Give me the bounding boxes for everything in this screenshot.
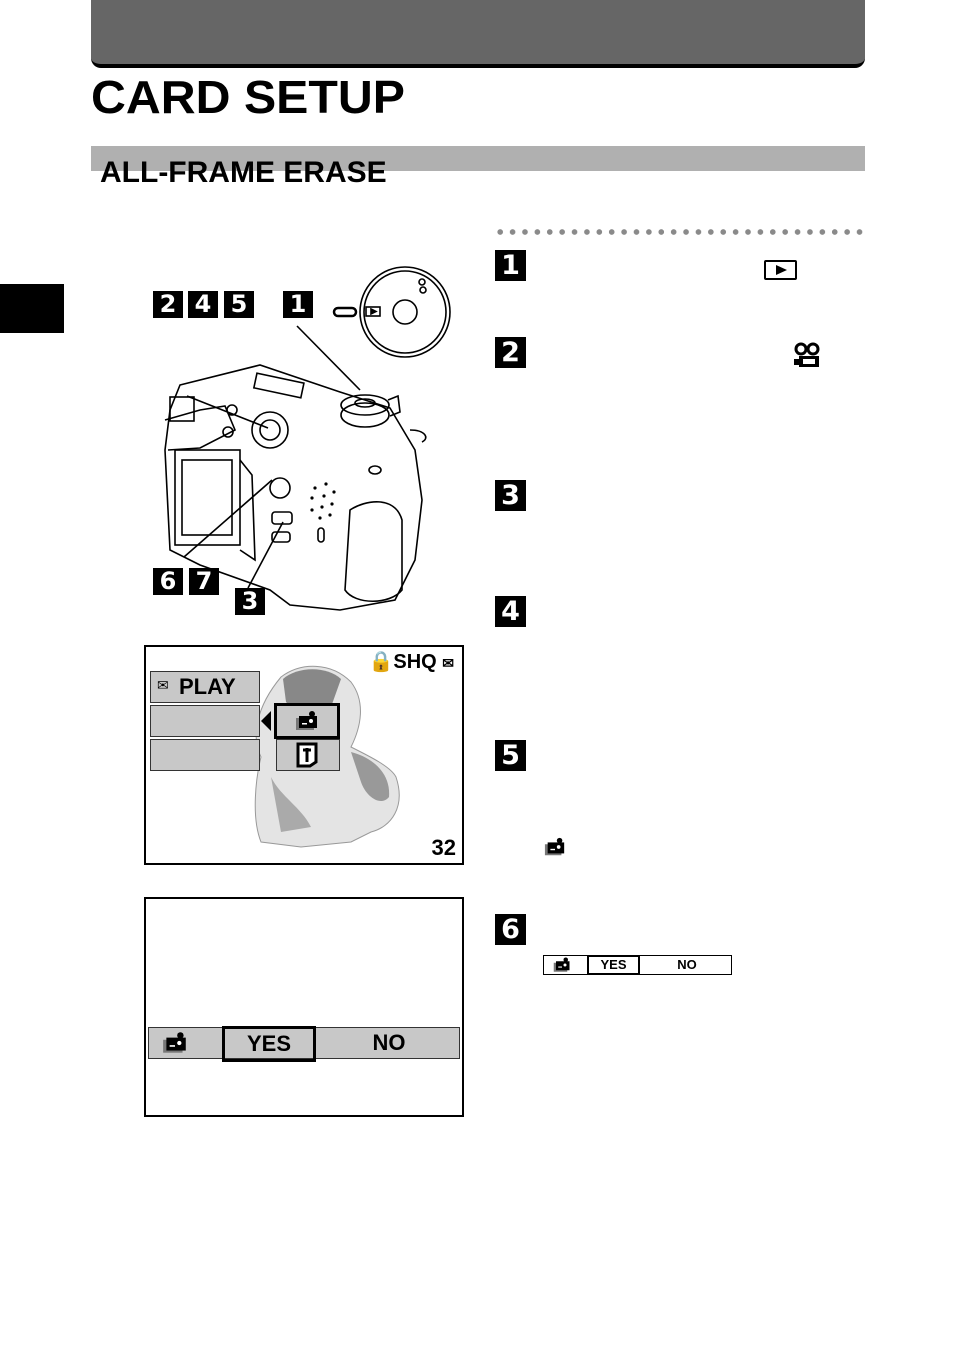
- menu-card-erase-option[interactable]: [274, 703, 340, 739]
- quality-label: SHQ: [393, 651, 437, 673]
- dotted-divider: [494, 228, 866, 236]
- card-erase-icon: [553, 957, 570, 972]
- card-erase-icon: [296, 711, 317, 730]
- play-mode-icon: [764, 260, 797, 280]
- step-number-6: 6: [495, 914, 526, 945]
- step-number-1: 1: [495, 250, 526, 281]
- menu-empty-row-1[interactable]: [150, 705, 260, 737]
- lock-icon: 🔒: [368, 651, 394, 673]
- no-button[interactable]: NO: [329, 1028, 449, 1058]
- play-icon: ✉: [157, 677, 169, 693]
- selection-arrow-icon: [261, 711, 271, 731]
- play-mode-icon: ✉: [442, 655, 454, 671]
- camera-illustration: [164, 266, 451, 611]
- menu-play-row[interactable]: ✉ PLAY: [150, 671, 260, 703]
- yes-button[interactable]: YES: [222, 1026, 316, 1062]
- lcd-menu-screen: 🔒SHQ ✉ ✉ PLAY 32: [144, 645, 464, 865]
- movie-camera-icon: [794, 342, 820, 367]
- inline-yes-button[interactable]: YES: [587, 955, 640, 975]
- card-erase-icon: [544, 837, 565, 856]
- page-title: CARD SETUP: [91, 71, 405, 123]
- confirm-bar: YES NO: [148, 1026, 460, 1062]
- chapter-tab: [0, 284, 64, 333]
- lcd-status: 🔒SHQ ✉: [368, 649, 454, 674]
- frame-count: 32: [431, 835, 456, 860]
- header-bar: [91, 0, 865, 68]
- card-erase-icon: [163, 1032, 186, 1053]
- menu-card-setup-option[interactable]: [276, 739, 340, 771]
- card-setup-icon: [296, 742, 318, 768]
- lcd-confirm-screen: YES NO: [144, 897, 464, 1117]
- step-number-3: 3: [495, 480, 526, 511]
- step-number-4: 4: [495, 596, 526, 627]
- menu-empty-row-2[interactable]: [150, 739, 260, 771]
- step-number-2: 2: [495, 337, 526, 368]
- play-label: PLAY: [179, 674, 236, 699]
- inline-no-button[interactable]: NO: [644, 956, 730, 974]
- section-title: ALL-FRAME ERASE: [100, 156, 387, 189]
- step-number-5: 5: [495, 740, 526, 771]
- inline-confirm-dialog: YES NO: [543, 955, 732, 975]
